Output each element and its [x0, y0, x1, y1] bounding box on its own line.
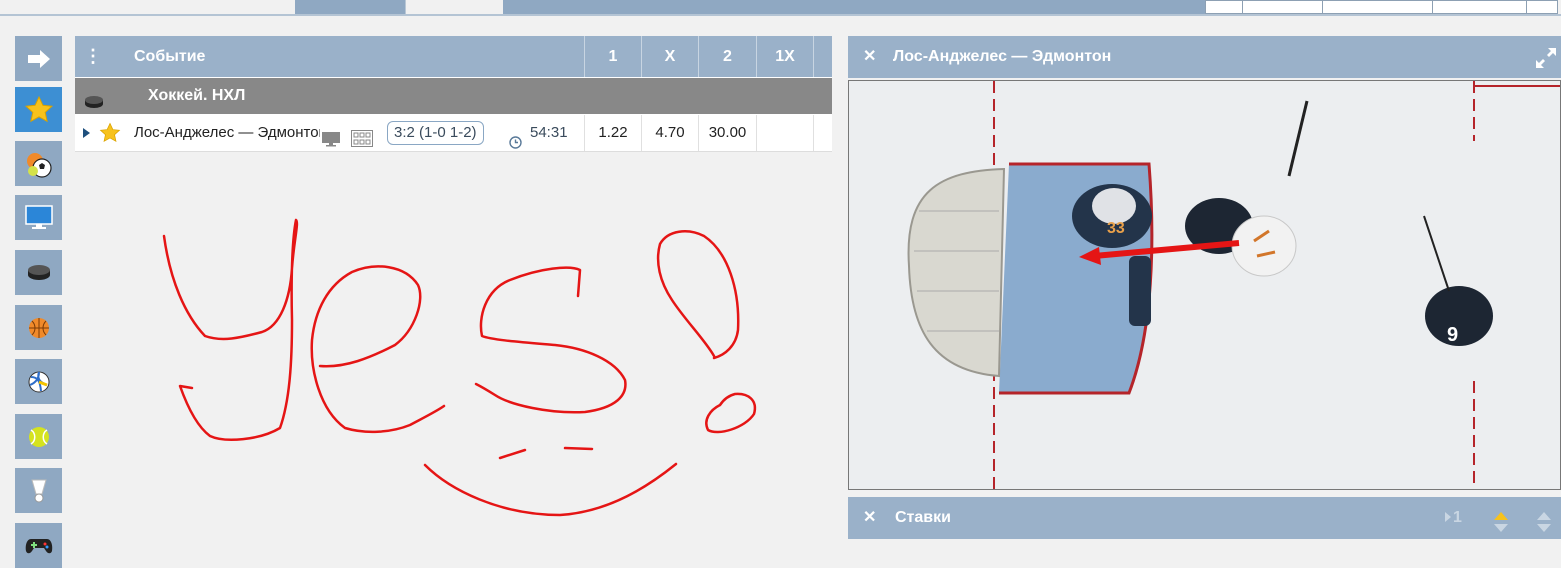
tab-constructor[interactable]: [1073, 0, 1206, 14]
bets-panel-header: ✕ Ставки 1: [848, 497, 1561, 539]
live-video-player[interactable]: 33 9: [848, 80, 1561, 490]
close-bets-icon[interactable]: ✕: [863, 497, 876, 539]
red-doodle-drawing: [162, 218, 757, 517]
bets-count: 1: [1445, 497, 1462, 539]
video-panel-header: ✕ Лос-Анджелес — Эдмонтон: [848, 36, 1561, 78]
svg-text:9: 9: [1447, 324, 1458, 346]
svg-text:33: 33: [1107, 220, 1125, 237]
tab-casino[interactable]: [954, 0, 1074, 14]
sort-odds-icon[interactable]: [1493, 508, 1509, 550]
top-search-box[interactable]: [1205, 0, 1558, 14]
video-panel-title: Лос-Анджелес — Эдмонтон: [893, 48, 1112, 65]
close-video-icon[interactable]: ✕: [863, 36, 876, 78]
hockey-video-frame: 33 9: [849, 81, 1560, 489]
bets-panel-title: Ставки: [895, 509, 951, 526]
sort-alt-icon[interactable]: [1536, 508, 1552, 550]
